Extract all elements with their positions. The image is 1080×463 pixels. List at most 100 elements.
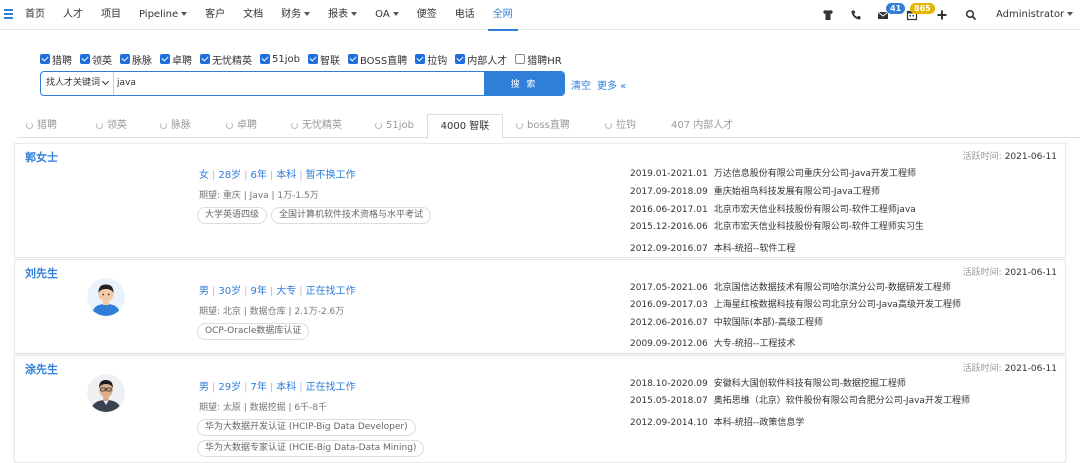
calendar-count-badge: 865 [910, 3, 935, 14]
checkbox[interactable] [200, 54, 210, 64]
tab-lagou[interactable]: 拉钩 [605, 114, 636, 138]
education: 2012.09-2016.07 本科-统招--软件工程 [630, 244, 796, 254]
loading-icon [375, 122, 382, 129]
work-experience: 2015.12-2016.06 北京市宏天信业科技股份有限公司-软件工程师实习生 [630, 222, 924, 232]
checkbox[interactable] [515, 54, 526, 64]
nav-item-home[interactable]: 首页 [16, 0, 54, 30]
certificate-tag: 华为大数据专家认证 (HCIE-Big Data-Data Mining) [197, 440, 425, 457]
work-experience: 2016.06-2017.01 北京市宏天信业科技股份有限公司-软件工程师java [630, 205, 916, 215]
nav-item-notes[interactable]: 便签 [408, 0, 446, 30]
tab-maimai[interactable]: 脉脉 [160, 114, 191, 138]
checkbox[interactable] [120, 54, 130, 64]
candidate-name[interactable]: 刘先生 [25, 265, 58, 281]
checkbox[interactable] [160, 54, 170, 64]
avatar [87, 162, 125, 200]
work-experience: 2012.06-2016.07 中软国际(本部)-高级工程师 [630, 318, 823, 328]
message-count-badge: 41 [886, 3, 906, 14]
certificate-tag: 大学英语四级 [197, 207, 268, 224]
search-button[interactable]: 搜 索 [484, 72, 564, 95]
nav-item-oa[interactable]: OA [366, 0, 408, 30]
loading-icon [516, 122, 523, 129]
candidate-row[interactable]: 刘先生 男 | 30岁 | 9年 | 大专 | 正在找工作 期望: 北京 | 数据仓库 | 2.… [14, 259, 1066, 354]
phone-icon[interactable] [850, 9, 862, 21]
source-51job-elite[interactable]: 无忧精英 [200, 52, 252, 67]
caret-down-icon [304, 12, 311, 16]
tab-zhuopin[interactable]: 卓聘 [226, 114, 257, 138]
candidate-summary: 女 | 28岁 | 6年 | 本科 | 暂不换工作 [199, 170, 356, 181]
source-checkbox-group: 猎聘 领英 脉脉 卓聘 无忧精英 51job 智联 BOSS直聘 拉钩 内部人才… [40, 52, 570, 67]
tab-linkedin[interactable]: 领英 [96, 114, 127, 138]
more-filters-link[interactable]: 更多 « [597, 77, 626, 92]
checkbox[interactable] [80, 54, 90, 64]
candidate-name[interactable]: 郭女士 [25, 149, 58, 165]
nav-item-report[interactable]: 报表 [319, 0, 366, 30]
nav-item-finance[interactable]: 财务 [272, 0, 319, 30]
certificate-tag: 华为大数据开发认证 (HCIP-Big Data Developer) [197, 419, 416, 436]
nav-item-document[interactable]: 文档 [234, 0, 272, 30]
candidate-summary: 男 | 29岁 | 7年 | 本科 | 正在找工作 [199, 382, 356, 393]
checkbox[interactable] [40, 54, 50, 64]
candidate-name[interactable]: 涂先生 [25, 361, 58, 377]
source-lagou[interactable]: 拉钩 [415, 52, 447, 67]
checkbox[interactable] [307, 54, 318, 64]
checkbox[interactable] [347, 54, 358, 64]
work-experience: 2017.05-2021.06 北京国信达数据技术有限公司哈尔滨分公司-数据研发工… [630, 283, 951, 293]
nav-menu: 首页 人才 项目 Pipeline 客户 文档 财务 报表 OA 便签 电话 全… [16, 0, 522, 31]
certificate-tags: 大学英语四级 全国计算机软件技术资格与水平考试 [197, 207, 517, 228]
source-zhuopin[interactable]: 卓聘 [160, 52, 192, 67]
loading-icon [226, 122, 233, 129]
source-51job[interactable]: 51job [260, 52, 300, 66]
nav-item-whole-web[interactable]: 全网 [484, 0, 522, 31]
avatar [87, 374, 125, 412]
nav-item-project[interactable]: 项目 [92, 0, 130, 30]
work-experience: 2019.01-2021.01 万达信息股份有限公司重庆分公司-Java开发工程师 [630, 169, 916, 179]
nav-item-phone[interactable]: 电话 [446, 0, 484, 30]
tab-51job-elite[interactable]: 无忧精英 [291, 114, 342, 138]
active-time: 活跃时间: 2021-06-11 [962, 364, 1057, 374]
tab-zhilian[interactable]: 4000 智联 [427, 114, 503, 139]
loading-icon [96, 122, 103, 129]
work-experience: 2018.10-2020.09 安徽科大国创软件科技有限公司-数据挖掘工程师 [630, 379, 906, 389]
search-field-select[interactable]: 找人才关键词 [41, 72, 114, 95]
user-menu[interactable]: Administrator [996, 0, 1074, 30]
nav-item-talent[interactable]: 人才 [54, 0, 92, 30]
candidate-row[interactable]: 郭女士 女 | 28岁 | 6年 | 本科 | 暂不换工作 期望: 重庆 | Java | 1万… [14, 143, 1066, 258]
caret-down-icon [351, 12, 358, 16]
caret-down-icon [1067, 12, 1074, 16]
work-experience: 2015.05-2018.07 奥拓思维（北京）软件股份有限公司合肥分公司-Jav… [630, 396, 970, 406]
active-time: 活跃时间: 2021-06-11 [962, 268, 1057, 278]
source-liepin-hr[interactable]: 猎聘HR [515, 52, 562, 67]
checkbox[interactable] [260, 54, 270, 64]
nav-item-pipeline[interactable]: Pipeline [130, 0, 196, 30]
candidate-row[interactable]: 涂先生 男 | 29岁 | 7年 | 本科 | 正在找工作 期望: 太原 | 数据挖掘 | 6千… [14, 355, 1066, 463]
tshirt-icon[interactable] [822, 9, 834, 21]
loading-icon [291, 122, 298, 129]
source-tabs: 猎聘 领英 脉脉 卓聘 无忧精英 51job 4000 智联 boss直聘 拉钩… [17, 114, 1080, 139]
source-boss[interactable]: BOSS直聘 [347, 52, 407, 67]
tab-boss[interactable]: boss直聘 [516, 114, 570, 138]
source-zhilian[interactable]: 智联 [307, 52, 340, 67]
clear-link[interactable]: 清空 [571, 77, 591, 92]
tab-51job[interactable]: 51job [375, 114, 414, 138]
caret-down-icon [181, 12, 188, 16]
work-experience: 2017.09-2018.09 重庆始祖鸟科技发展有限公司-Java工程师 [630, 187, 880, 197]
search-input[interactable] [117, 72, 482, 95]
certificate-tag: OCP-Oracle数据库认证 [197, 323, 310, 340]
search-icon[interactable] [965, 9, 977, 21]
checkbox[interactable] [415, 54, 426, 64]
plus-icon[interactable] [936, 9, 948, 21]
tab-liepin[interactable]: 猎聘 [26, 114, 57, 138]
source-linkedin[interactable]: 领英 [80, 52, 112, 67]
nav-item-client[interactable]: 客户 [196, 0, 234, 30]
tab-internal[interactable]: 407 内部人才 [671, 114, 733, 138]
education: 2012.09-2014.10 本科-统招--政策信息学 [630, 418, 805, 428]
source-maimai[interactable]: 脉脉 [120, 52, 152, 67]
loading-icon [26, 122, 33, 129]
checkbox[interactable] [455, 54, 466, 64]
source-liepin[interactable]: 猎聘 [40, 52, 72, 67]
candidate-expectation: 期望: 太原 | 数据挖掘 | 6千-8千 [199, 403, 328, 413]
search-bar: 找人才关键词 搜 索 [40, 71, 565, 96]
candidate-expectation: 期望: 北京 | 数据仓库 | 2.1万-2.6万 [199, 307, 345, 317]
menu-icon[interactable] [4, 9, 13, 19]
source-internal[interactable]: 内部人才 [455, 52, 507, 67]
